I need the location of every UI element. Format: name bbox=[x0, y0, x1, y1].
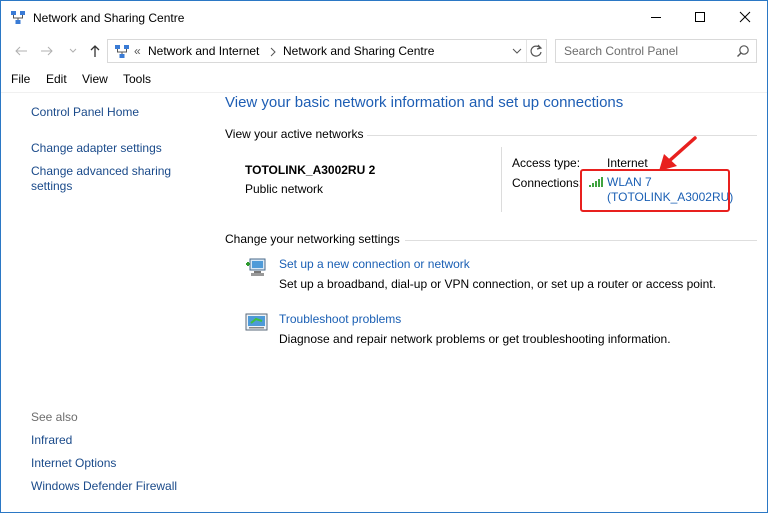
section-divider bbox=[405, 240, 757, 241]
address-bar[interactable]: « Network and Internet Network and Shari… bbox=[107, 39, 547, 63]
sidebar-change-advanced-sharing[interactable]: Change advanced sharing settings bbox=[31, 164, 191, 194]
minimize-icon bbox=[651, 17, 661, 18]
back-arrow-icon bbox=[15, 46, 27, 56]
access-type-label: Access type: bbox=[512, 156, 581, 170]
close-icon bbox=[739, 11, 751, 23]
address-row: « Network and Internet Network and Shari… bbox=[1, 37, 767, 65]
sidebar-control-panel-home[interactable]: Control Panel Home bbox=[31, 105, 139, 120]
troubleshoot-problems-link[interactable]: Troubleshoot problems bbox=[279, 312, 401, 326]
chevron-down-icon bbox=[69, 48, 77, 53]
back-button[interactable] bbox=[13, 43, 29, 59]
up-button[interactable] bbox=[87, 43, 103, 59]
active-networks-heading: View your active networks bbox=[225, 127, 364, 141]
title-bar: Network and Sharing Centre bbox=[1, 1, 767, 35]
refresh-icon[interactable] bbox=[529, 44, 543, 58]
forward-arrow-icon bbox=[41, 46, 53, 56]
address-dropdown-icon[interactable] bbox=[512, 48, 522, 56]
maximize-button[interactable] bbox=[677, 1, 723, 33]
troubleshoot-problems-description: Diagnose and repair network problems or … bbox=[279, 332, 671, 346]
connections-label: Connections: bbox=[512, 176, 583, 190]
search-icon[interactable] bbox=[736, 44, 750, 58]
setup-new-connection-link[interactable]: Set up a new connection or network bbox=[279, 257, 470, 271]
menu-tools[interactable]: Tools bbox=[123, 72, 151, 86]
troubleshoot-icon bbox=[245, 313, 268, 331]
chevron-right-icon bbox=[270, 47, 276, 57]
recent-locations-button[interactable] bbox=[65, 43, 81, 59]
networking-settings-heading: Change your networking settings bbox=[225, 232, 400, 246]
menu-view[interactable]: View bbox=[82, 72, 108, 86]
search-placeholder: Search Control Panel bbox=[564, 44, 679, 58]
network-icon bbox=[115, 45, 129, 58]
minimize-button[interactable] bbox=[633, 1, 679, 33]
window: Network and Sharing Centre « Network and… bbox=[0, 0, 768, 513]
network-icon bbox=[11, 11, 25, 24]
sidebar-change-adapter-settings[interactable]: Change adapter settings bbox=[31, 141, 162, 156]
search-input[interactable]: Search Control Panel bbox=[555, 39, 757, 63]
address-divider bbox=[526, 40, 527, 62]
new-connection-icon bbox=[246, 258, 266, 276]
up-arrow-icon bbox=[90, 45, 100, 57]
see-also-windows-defender-firewall[interactable]: Windows Defender Firewall bbox=[31, 479, 177, 494]
page-title: View your basic network information and … bbox=[225, 94, 624, 111]
setup-new-connection-description: Set up a broadband, dial-up or VPN conne… bbox=[279, 277, 716, 291]
network-name: TOTOLINK_A3002RU 2 bbox=[245, 163, 376, 177]
forward-button[interactable] bbox=[39, 43, 55, 59]
annotation-arrow-icon bbox=[659, 136, 697, 171]
vertical-divider bbox=[501, 147, 502, 212]
window-title: Network and Sharing Centre bbox=[33, 11, 185, 25]
menu-file[interactable]: File bbox=[11, 72, 30, 86]
annotation-highlight-box bbox=[580, 169, 730, 212]
see-also-heading: See also bbox=[31, 410, 78, 424]
see-also-infrared[interactable]: Infrared bbox=[31, 433, 72, 448]
maximize-icon bbox=[695, 12, 705, 22]
see-also-internet-options[interactable]: Internet Options bbox=[31, 456, 116, 471]
menu-edit[interactable]: Edit bbox=[46, 72, 67, 86]
network-type[interactable]: Public network bbox=[245, 182, 323, 196]
breadcrumb-overflow[interactable]: « bbox=[134, 44, 141, 58]
access-type-value: Internet bbox=[607, 156, 648, 170]
breadcrumb-network-and-sharing-centre[interactable]: Network and Sharing Centre bbox=[283, 44, 434, 58]
menu-bar: File Edit View Tools bbox=[1, 69, 767, 91]
close-button[interactable] bbox=[722, 1, 768, 33]
content-separator bbox=[1, 92, 767, 93]
breadcrumb-network-and-internet[interactable]: Network and Internet bbox=[148, 44, 259, 58]
